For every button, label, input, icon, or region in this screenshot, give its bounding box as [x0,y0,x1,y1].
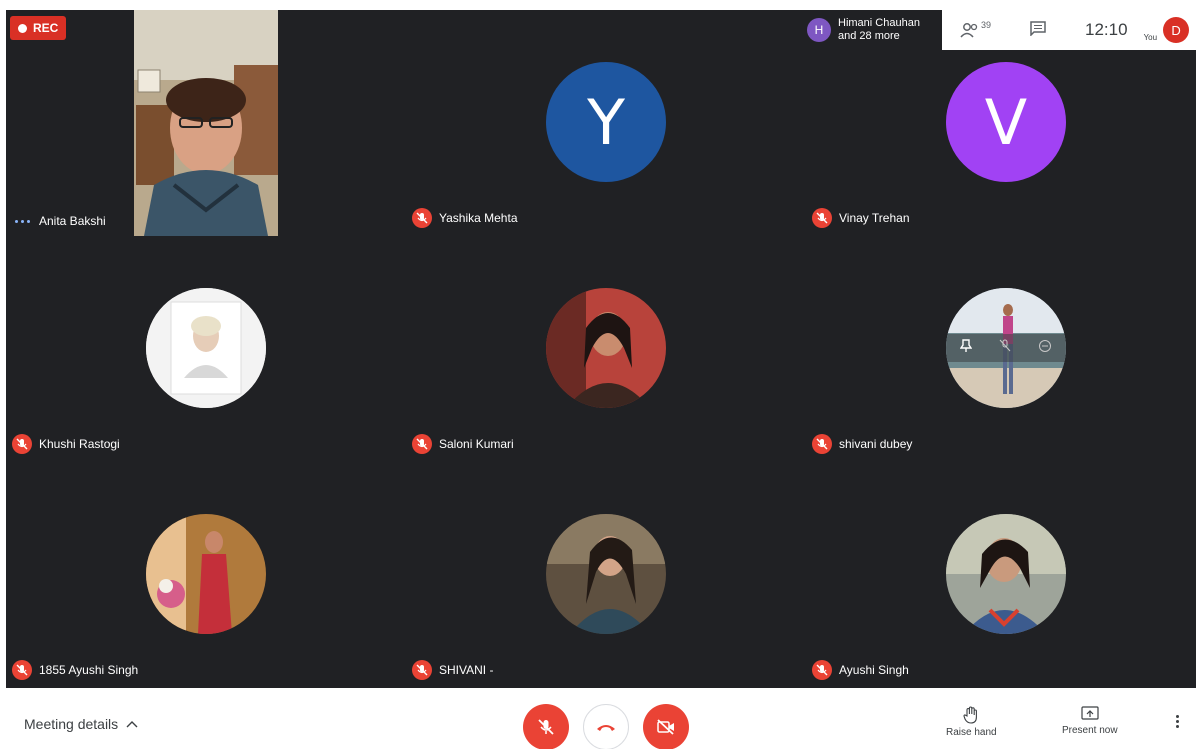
participant-name: Yashika Mehta [439,211,518,225]
bottom-control-bar: Meeting details Raise hand Present now [0,688,1196,749]
camera-off-icon [657,719,674,735]
presenter-name: Himani Chauhan [838,17,920,29]
raise-hand-label: Raise hand [946,727,997,738]
people-count: 39 [981,20,992,30]
avatar: Y [546,62,666,182]
mic-off-icon [812,434,832,454]
self-avatar[interactable]: D [1163,17,1190,43]
avatar [146,514,266,634]
mic-off-icon [812,208,832,228]
participant-name: Khushi Rastogi [39,437,120,451]
avatar [546,514,666,634]
more-options-icon[interactable] [1176,715,1179,728]
participant-name: Anita Bakshi [39,214,106,228]
participant-name: Ayushi Singh [839,663,909,677]
mic-off-icon [12,660,32,680]
meet-window: REC Anita Bakshi Y Yashika Mehta V Vinay… [0,0,1196,749]
mic-off-icon [412,434,432,454]
mic-off-icon [12,434,32,454]
recording-label: REC [33,21,59,35]
tile-hover-controls [946,334,1066,362]
people-icon [960,23,978,38]
top-right-bar: H Himani Chauhan and 28 more 39 12:10 Yo… [799,10,1196,50]
hang-up-icon [597,725,615,731]
pin-icon[interactable] [959,338,972,358]
present-now-button[interactable]: Present now [1062,706,1118,736]
participant-name-bar: Vinay Trehan [812,208,910,228]
participant-name-bar: Yashika Mehta [412,208,518,228]
presenter-avatar: H [807,18,831,42]
mic-off-icon [812,660,832,680]
hand-icon [963,706,978,724]
participant-name: SHIVANI - [439,663,494,677]
participant-name-bar: Ayushi Singh [812,660,909,680]
participant-tile[interactable]: Saloni Kumari [406,236,806,462]
mic-off-icon [538,719,554,735]
record-dot-icon [18,23,27,33]
participant-grid: REC Anita Bakshi Y Yashika Mehta V Vinay… [6,10,1196,688]
participant-name: Vinay Trehan [839,211,910,225]
chat-button[interactable] [1029,20,1047,41]
presenter-chip[interactable]: H Himani Chauhan and 28 more [799,10,942,50]
participant-tile[interactable]: Ayushi Singh [806,462,1196,688]
recording-badge: REC [10,16,67,40]
participant-tile[interactable]: shivani dubey [806,236,1196,462]
avatar-initial: Y [587,85,625,159]
presenter-text: Himani Chauhan and 28 more [838,17,920,43]
you-label: You [1143,32,1158,42]
remove-participant-icon[interactable] [1038,339,1052,358]
participant-tile[interactable]: 1855 Ayushi Singh [6,462,406,688]
speaking-indicator-icon [12,219,32,223]
participant-name: 1855 Ayushi Singh [39,663,139,677]
avatar-initial: V [984,85,1028,159]
avatar [146,288,266,408]
chat-icon [1030,20,1046,37]
participant-name-bar: SHIVANI - [412,660,493,680]
avatar [546,288,666,408]
clock: 12:10 [1085,20,1128,39]
participant-tile[interactable]: Khushi Rastogi [6,236,406,462]
meeting-details-label: Meeting details [24,716,119,732]
presenter-more: and 28 more [838,30,900,42]
participant-name: shivani dubey [839,437,913,451]
meeting-details-button[interactable]: Meeting details [24,716,138,732]
camera-toggle-button[interactable] [643,704,689,749]
participant-name-bar: shivani dubey [812,434,912,454]
mic-off-icon [412,660,432,680]
mic-off-icon [412,208,432,228]
participant-tile[interactable]: Anita Bakshi [6,10,406,236]
people-button[interactable]: 39 [960,20,992,38]
present-now-label: Present now [1062,725,1118,736]
participant-name: Saloni Kumari [439,437,514,451]
mute-participant-icon[interactable] [999,339,1011,358]
participant-tile[interactable]: Y Yashika Mehta [406,10,806,236]
avatar [946,288,1066,408]
raise-hand-button[interactable]: Raise hand [946,706,997,738]
participant-tile[interactable]: SHIVANI - [406,462,806,688]
chevron-up-icon [126,721,138,728]
participant-name-bar: 1855 Ayushi Singh [12,660,138,680]
participant-name-bar: Saloni Kumari [412,434,514,454]
leave-call-button[interactable] [583,704,629,749]
avatar: V [946,62,1066,182]
avatar [946,514,1066,634]
participant-name-bar: Anita Bakshi [12,214,106,228]
present-icon [1081,706,1099,720]
participant-video [134,10,278,236]
mic-toggle-button[interactable] [523,704,569,749]
participant-name-bar: Khushi Rastogi [12,434,120,454]
